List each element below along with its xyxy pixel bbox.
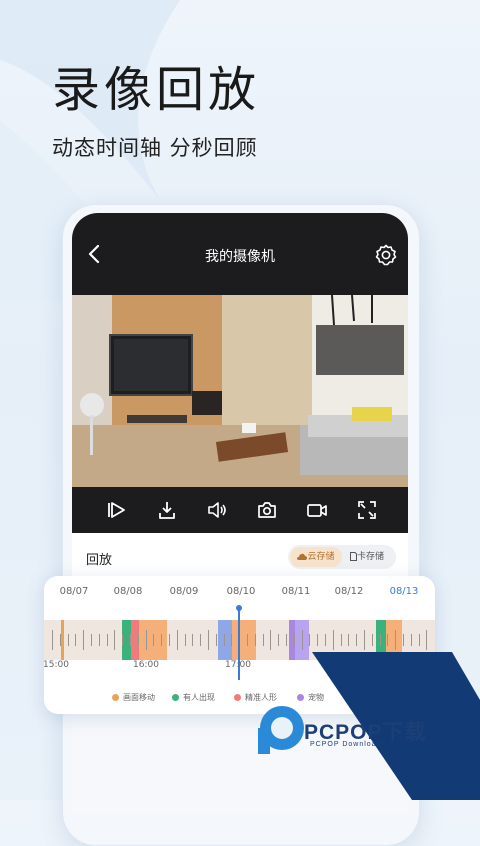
fullscreen-icon[interactable] [356, 499, 378, 521]
video-record-icon[interactable] [306, 499, 328, 521]
gear-icon[interactable] [374, 243, 398, 267]
volume-icon[interactable] [206, 499, 228, 521]
sd-card-icon [349, 552, 357, 561]
timeline-tick [340, 634, 342, 646]
download-icon[interactable] [156, 499, 178, 521]
page-headline: 录像回放 [52, 62, 261, 118]
timeline-tick [247, 634, 248, 646]
page-subline: 动态时间轴 分秒回顾 [52, 136, 258, 160]
timeline-tick [59, 634, 61, 646]
play-step-icon[interactable] [106, 499, 128, 521]
camera-video-feed[interactable] [72, 295, 408, 487]
timeline-tick [184, 634, 186, 646]
date-strip: 08/07 08/08 08/09 08/10 08/11 08/12 08/1… [44, 586, 435, 602]
timeline-tick [223, 634, 225, 646]
cloud-storage-tab[interactable]: 云存储 [290, 547, 342, 567]
date-tab[interactable]: 08/11 [282, 586, 311, 597]
timeline-tick [200, 634, 202, 646]
timeline-tick [145, 630, 147, 650]
timeline-tick [114, 630, 116, 650]
timeline-tick [208, 630, 209, 650]
event-legend: 画面移动 有人出现 精准人形 宠物 [44, 692, 435, 706]
date-tab[interactable]: 08/12 [335, 586, 364, 597]
timeline-tick [293, 634, 295, 646]
timeline-card: 08/07 08/08 08/09 08/10 08/11 08/12 08/1… [43, 576, 435, 714]
timeline-tick [286, 634, 287, 646]
timeline-tick [153, 634, 155, 646]
timeline-tick [410, 634, 412, 646]
timeline-tick [418, 634, 420, 646]
timeline-tick [106, 634, 108, 646]
legend-item: 宠物 [297, 692, 324, 703]
legend-item: 有人出现 [172, 692, 215, 703]
timeline-tick [262, 634, 264, 646]
timeline-tick [161, 634, 163, 646]
timeline-tick [426, 630, 428, 650]
timeline-tick [254, 634, 256, 646]
playback-controls [72, 487, 408, 533]
time-label: 17:00 [225, 660, 251, 670]
timeline-tick [317, 634, 319, 646]
timeline-tick [130, 634, 131, 646]
app-topbar: 我的摄像机 [72, 213, 408, 295]
timeline-tick [325, 634, 326, 646]
timeline-tick [98, 634, 100, 646]
timeline-tick [348, 634, 350, 646]
timeline-tick [332, 630, 334, 650]
date-tab[interactable]: 08/07 [60, 586, 89, 597]
cloud-icon [297, 553, 308, 560]
timeline-tick [52, 630, 53, 650]
timeline-tick [215, 634, 217, 646]
date-tab[interactable]: 08/10 [227, 586, 256, 597]
timeline-tick [270, 630, 272, 650]
timeline-tick [137, 634, 139, 646]
event-segment[interactable] [218, 620, 232, 660]
playback-section-label: 回放 [86, 553, 113, 568]
timeline-tick [301, 630, 303, 650]
camera-title: 我的摄像机 [205, 249, 275, 265]
timeline-tick [75, 634, 77, 646]
timeline-tick [403, 634, 404, 646]
timeline-tick [387, 634, 389, 646]
timeline-tick [395, 630, 397, 650]
date-tab[interactable]: 08/09 [170, 586, 199, 597]
timeline-tick [309, 634, 311, 646]
event-segment[interactable] [376, 620, 386, 660]
camera-icon[interactable] [256, 499, 278, 521]
timeline-tick [91, 634, 92, 646]
timeline-tick [192, 634, 194, 646]
legend-item: 画面移动 [112, 692, 155, 703]
event-segment[interactable] [61, 620, 64, 660]
timeline-tick [169, 634, 170, 646]
timeline-tick [67, 634, 69, 646]
storage-toggle: 云存储 卡存储 [288, 545, 396, 569]
event-segment[interactable] [232, 620, 256, 660]
date-tab-active[interactable]: 08/13 [390, 586, 419, 597]
legend-item: 精准人形 [234, 692, 277, 703]
timeline-tick [122, 634, 124, 646]
event-segment[interactable] [386, 620, 402, 660]
timeline-tick [176, 630, 178, 650]
time-label: 15:00 [43, 660, 69, 670]
timeline-tick [371, 634, 373, 646]
timeline-tick [278, 634, 280, 646]
timeline-tick [364, 630, 365, 650]
watermark-sub: PCPOP Download [310, 741, 382, 748]
timeline-tick [231, 634, 233, 646]
card-storage-tab[interactable]: 卡存储 [342, 547, 392, 567]
timeline-tick [379, 634, 381, 646]
date-tab[interactable]: 08/08 [114, 586, 143, 597]
timeline-tick [83, 630, 85, 650]
time-label: 16:00 [133, 660, 159, 670]
timeline-tick [356, 634, 358, 646]
